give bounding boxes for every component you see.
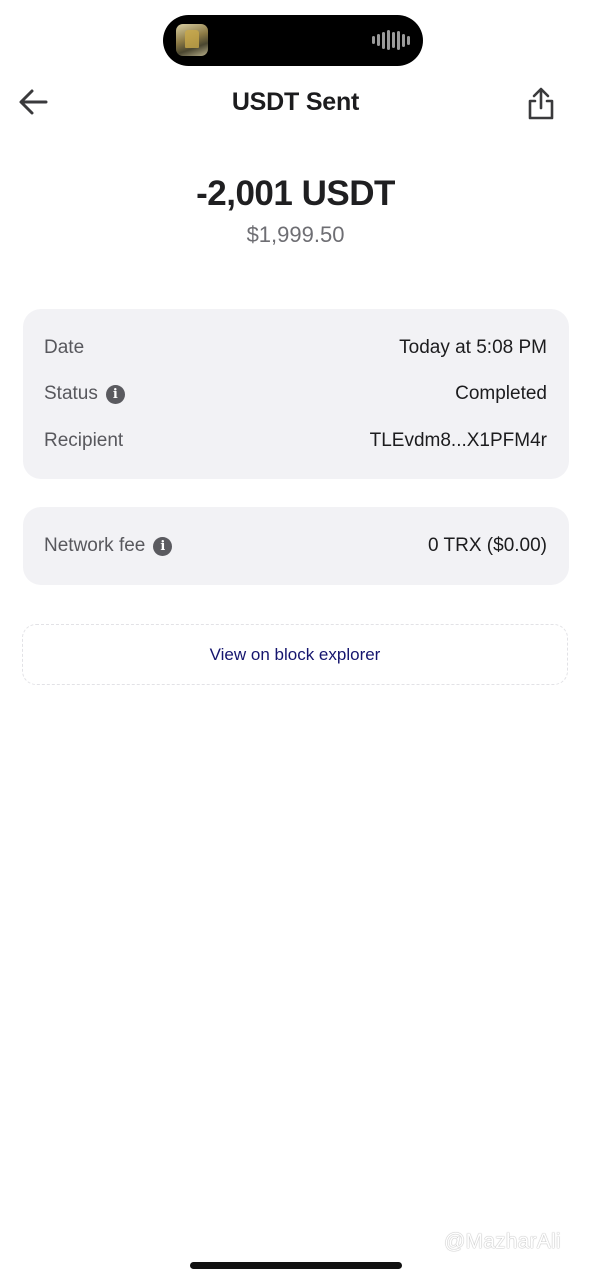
status-value: Completed: [455, 383, 547, 404]
recipient-address[interactable]: TLEvdm8...X1PFM4r: [370, 430, 547, 452]
page-title: USDT Sent: [231, 88, 360, 116]
share-icon[interactable]: [524, 86, 558, 122]
date-row: Date Today at 5:08 PM: [44, 333, 547, 363]
status-label-group: Status i: [44, 383, 125, 405]
now-playing-artwork-icon: [176, 24, 208, 56]
audio-waveform-icon: [372, 30, 410, 50]
details-card: Date Today at 5:08 PM Status i Completed…: [23, 309, 569, 479]
status-label: Status: [44, 383, 98, 404]
recipient-row[interactable]: Recipient TLEvdm8...X1PFM4r: [44, 426, 547, 456]
network-fee-label: Network fee: [44, 535, 146, 556]
info-icon[interactable]: i: [105, 384, 125, 404]
network-fee-value: 0 TRX ($0.00): [428, 535, 547, 556]
view-on-block-explorer-button[interactable]: View on block explorer: [22, 624, 568, 685]
view-on-block-explorer-label: View on block explorer: [209, 644, 381, 664]
transaction-detail-screen: USDT Sent -2,001 USDT $1,999.50 Date Tod…: [0, 0, 591, 1280]
fiat-value: $1,999.50: [246, 222, 345, 247]
network-fee-label-group: Network fee i: [44, 535, 173, 557]
date-value: Today at 5:08 PM: [399, 337, 547, 358]
home-indicator[interactable]: [190, 1262, 402, 1269]
status-row: Status i Completed: [44, 379, 547, 409]
info-icon[interactable]: i: [153, 536, 173, 556]
watermark-text: @MazharAli: [444, 1230, 561, 1253]
recipient-label: Recipient: [44, 430, 124, 451]
date-label: Date: [44, 337, 85, 358]
transaction-amount: -2,001 USDT: [196, 174, 395, 213]
network-fee-card: Network fee i 0 TRX ($0.00): [23, 507, 569, 585]
network-fee-row: Network fee i 0 TRX ($0.00): [44, 531, 547, 561]
dynamic-island: [163, 15, 423, 66]
